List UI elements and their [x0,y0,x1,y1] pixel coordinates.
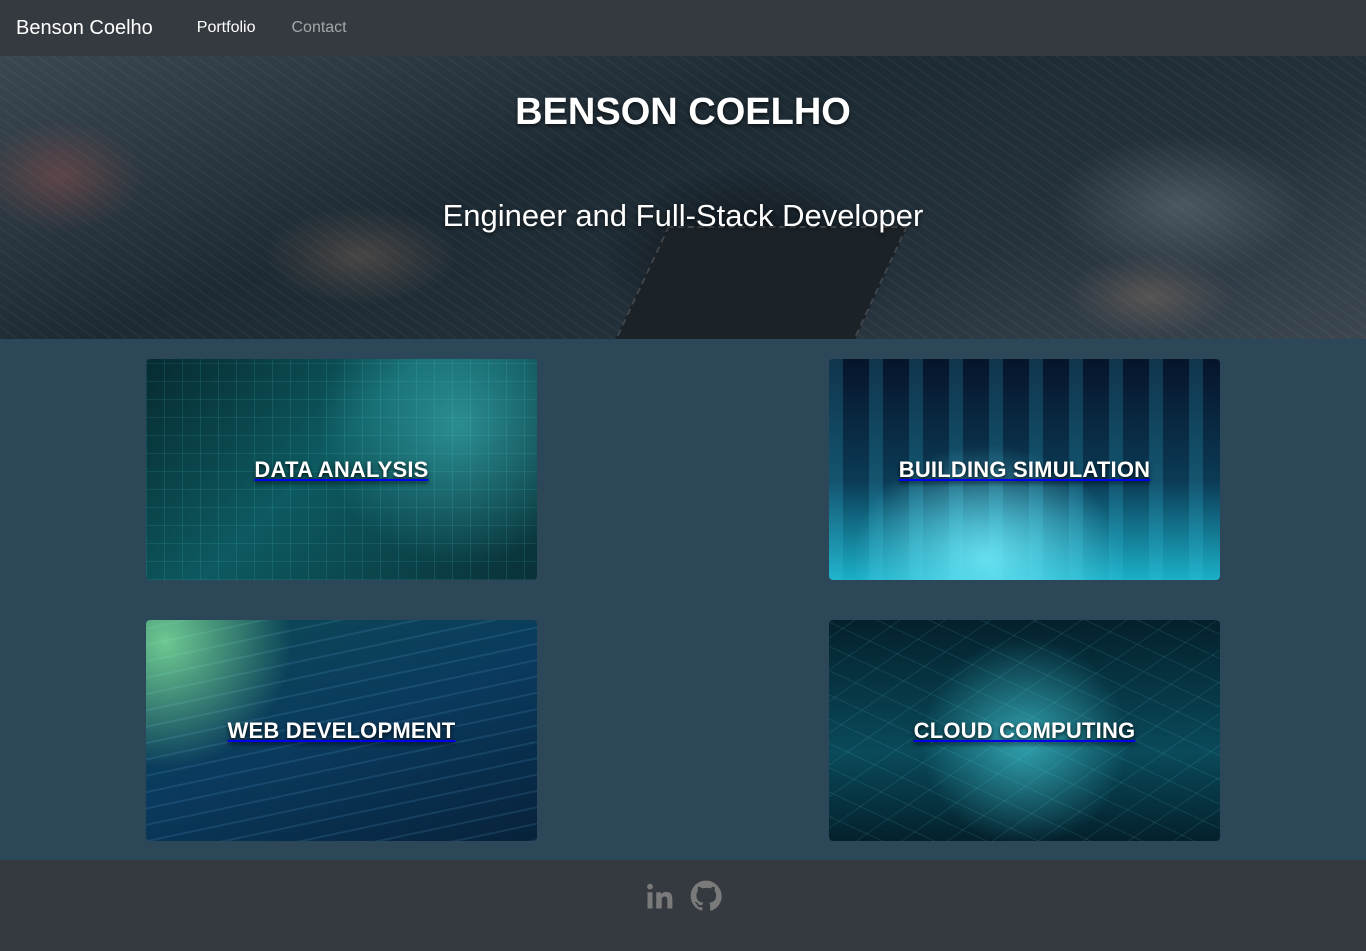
card-label: DATA ANALYSIS [254,456,429,482]
card-data-analysis[interactable]: DATA ANALYSIS [146,359,537,580]
card-label: BUILDING SIMULATION [898,456,1151,482]
linkedin-icon[interactable] [643,878,677,914]
card-building-simulation[interactable]: BUILDING SIMULATION [829,359,1220,580]
card-web-development[interactable]: WEB DEVELOPMENT [146,620,537,841]
brand-link[interactable]: Benson Coelho [16,17,153,40]
hero-banner: BENSON COELHO Engineer and Full-Stack De… [0,56,1366,339]
hero-title: BENSON COELHO [515,91,851,133]
nav-link-contact[interactable]: Contact [291,19,346,37]
nav-link-portfolio[interactable]: Portfolio [197,19,256,37]
portfolio-grid: DATA ANALYSIS BUILDING SIMULATION WEB DE… [0,339,1366,860]
hero-subtitle: Engineer and Full-Stack Developer [442,198,924,233]
navbar: Benson Coelho Portfolio Contact [0,0,1366,56]
github-icon[interactable] [689,878,723,914]
card-label: CLOUD COMPUTING [913,717,1136,743]
footer [0,860,1366,951]
hero-background-chip [612,226,908,339]
card-label: WEB DEVELOPMENT [227,717,456,743]
card-cloud-computing[interactable]: CLOUD COMPUTING [829,620,1220,841]
